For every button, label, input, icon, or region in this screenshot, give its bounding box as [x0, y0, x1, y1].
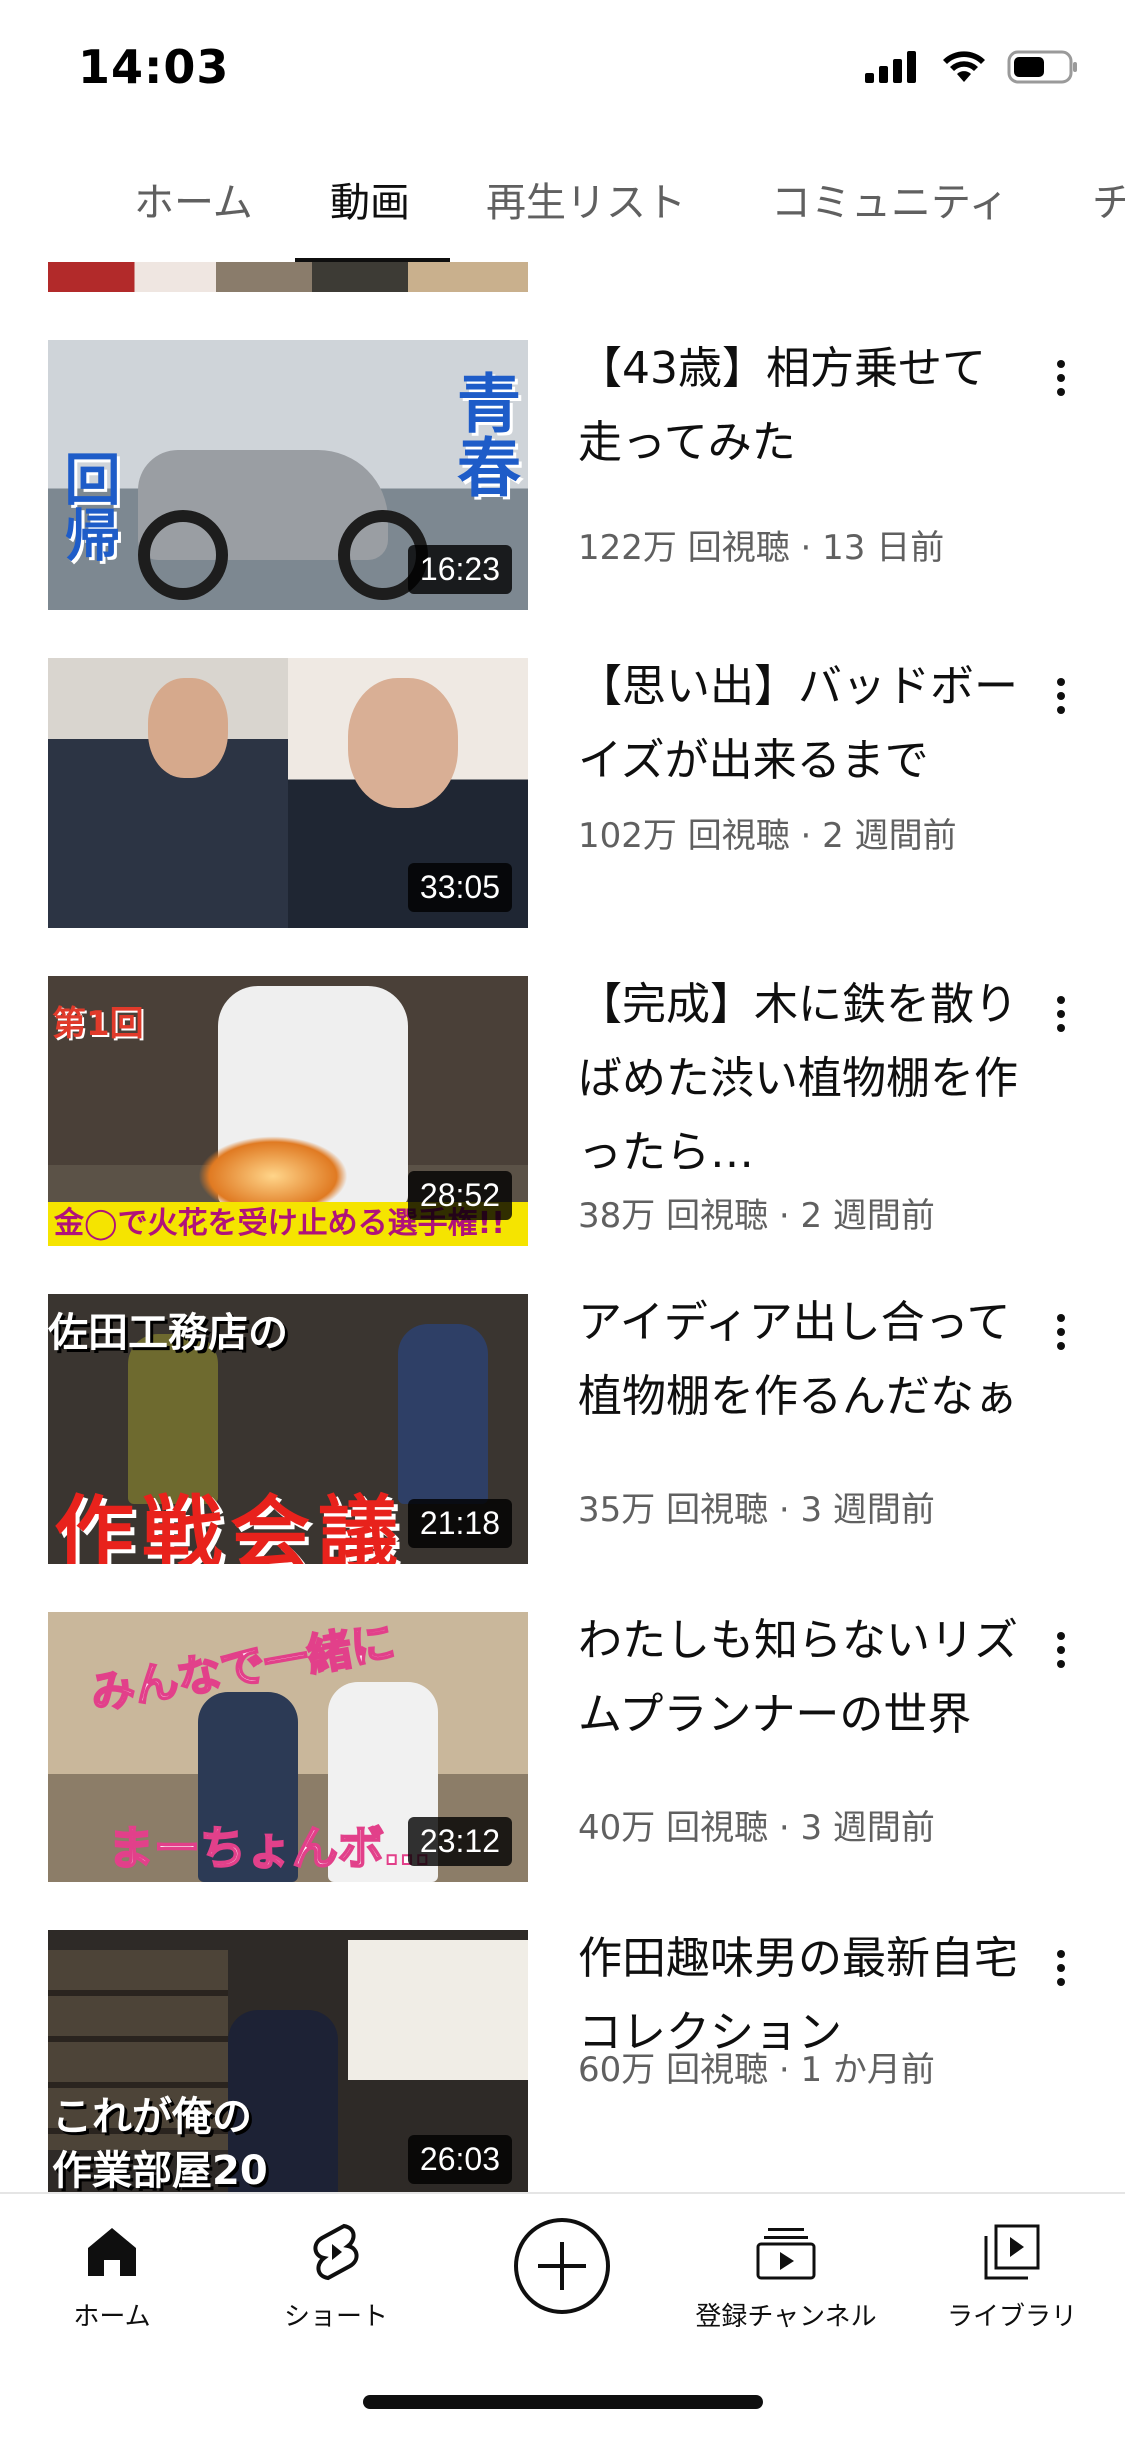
thumbnail-text: 回帰 — [55, 450, 120, 562]
video-thumbnail[interactable]: 青春 回帰 16:23 — [48, 340, 528, 610]
more-options-icon[interactable] — [1041, 1938, 1081, 1998]
video-list[interactable]: 青春 回帰 16:23 【43歳】相方乗せて走ってみた 122万 回視聴 · 1… — [0, 262, 1125, 2192]
video-item[interactable]: これが俺の 作業部屋20 26:03 作田趣味男の最新自宅コレクション 60万 回… — [0, 1930, 1125, 2192]
video-title[interactable]: 【43歳】相方乗せて走ってみた — [578, 332, 1018, 480]
video-title[interactable]: 【思い出】バッドボーイズが出来るまで — [578, 650, 1018, 798]
thumbnail-text: これが俺の作業部屋20 — [52, 2090, 268, 2192]
video-thumbnail[interactable]: 佐田工務店の 作戦会議 21:18 — [48, 1294, 528, 1564]
video-item[interactable]: 第1回 金◯で火花を受け止める選手権!! 28:52 【完成】木に鉄を散りばめた… — [0, 976, 1125, 1246]
more-options-icon[interactable] — [1041, 1620, 1081, 1680]
video-item[interactable]: 青春 回帰 16:23 【43歳】相方乗せて走ってみた 122万 回視聴 · 1… — [0, 340, 1125, 610]
video-meta: 35万 回視聴 · 3 週間前 — [578, 1490, 935, 1530]
more-options-icon[interactable] — [1041, 666, 1081, 726]
video-thumbnail[interactable]: 第1回 金◯で火花を受け止める選手権!! 28:52 — [48, 976, 528, 1246]
nav-subscriptions[interactable]: 登録チャンネル — [676, 2212, 896, 2333]
video-duration: 26:03 — [407, 2135, 512, 2184]
video-duration: 33:05 — [407, 863, 512, 912]
nav-shorts-label: ショート — [283, 2302, 388, 2332]
video-thumbnail[interactable]: 33:05 — [48, 658, 528, 928]
face-graphic — [148, 678, 228, 778]
video-duration: 23:12 — [407, 1817, 512, 1866]
video-meta: 102万 回視聴 · 2 週間前 — [578, 816, 957, 856]
video-meta: 40万 回視聴 · 3 週間前 — [578, 1808, 935, 1848]
thumbnail-text: まーちょんボ… — [107, 1820, 431, 1876]
tab-videos[interactable]: 動画 — [330, 170, 410, 228]
thumbnail-text: 作戦会議 — [54, 1487, 406, 1564]
video-duration: 21:18 — [407, 1499, 512, 1548]
wifi-icon — [943, 51, 985, 82]
tab-playlists[interactable]: 再生リスト — [486, 170, 686, 228]
nav-home[interactable]: ホーム — [2, 2212, 222, 2333]
nav-library[interactable]: ライブラリ — [902, 2212, 1122, 2333]
tab-channels[interactable]: チ — [1092, 170, 1125, 228]
status-icons — [865, 50, 1079, 84]
video-meta: 122万 回視聴 · 13 日前 — [578, 528, 945, 568]
video-item[interactable]: 33:05 【思い出】バッドボーイズが出来るまで 102万 回視聴 · 2 週間… — [0, 658, 1125, 928]
video-meta: 38万 回視聴 · 2 週間前 — [578, 1196, 935, 1236]
library-icon — [984, 2224, 1040, 2280]
more-options-icon[interactable] — [1041, 1302, 1081, 1362]
video-title[interactable]: アイディア出し合って植物棚を作るんだなぁ — [578, 1286, 1018, 1434]
video-thumbnail[interactable]: みんなで一緒に まーちょんボ… 23:12 — [48, 1612, 528, 1882]
video-title[interactable]: わたしも知らないリズムプランナーの世界 — [578, 1604, 1018, 1752]
tab-home[interactable]: ホーム — [134, 170, 253, 228]
more-options-icon[interactable] — [1041, 984, 1081, 1044]
person-graphic — [398, 1324, 488, 1504]
cellular-signal-icon — [865, 51, 916, 83]
nav-subscriptions-label: 登録チャンネル — [695, 2302, 877, 2332]
status-bar: 14:03 — [0, 0, 1125, 140]
nav-library-label: ライブラリ — [946, 2302, 1077, 2332]
nav-home-label: ホーム — [73, 2302, 151, 2332]
wheel-graphic — [138, 510, 228, 600]
home-icon — [88, 2228, 136, 2276]
video-item[interactable]: みんなで一緒に まーちょんボ… 23:12 わたしも知らないリズムプランナーの世… — [0, 1612, 1125, 1882]
nav-create[interactable] — [452, 2216, 672, 2316]
create-icon — [514, 2218, 610, 2314]
banner-graphic — [348, 1940, 528, 2080]
video-item[interactable]: 佐田工務店の 作戦会議 21:18 アイディア出し合って植物棚を作るんだなぁ 3… — [0, 1294, 1125, 1564]
thumbnail-text: 佐田工務店の — [48, 1310, 288, 1356]
shorts-icon — [313, 2223, 359, 2281]
home-indicator[interactable] — [363, 2395, 763, 2409]
battery-icon — [1007, 50, 1077, 84]
more-options-icon[interactable] — [1041, 348, 1081, 408]
status-time: 14:03 — [78, 40, 230, 94]
thumbnail-text: 青春 — [446, 370, 520, 498]
partial-thumbnail[interactable] — [48, 262, 528, 292]
subscriptions-icon — [756, 2228, 816, 2280]
video-duration: 28:52 — [407, 1171, 512, 1220]
thumbnail-text-line: 作業部屋20 — [52, 2148, 268, 2192]
face-graphic — [348, 678, 458, 808]
thumbnail-text-line: これが俺の — [52, 2094, 252, 2140]
nav-shorts[interactable]: ショート — [226, 2212, 446, 2333]
tab-community[interactable]: コミュニティ — [771, 170, 1009, 228]
video-meta: 60万 回視聴 · 1 か月前 — [578, 2050, 935, 2090]
video-thumbnail[interactable]: これが俺の作業部屋20 26:03 — [48, 1930, 528, 2192]
channel-tabs: ホーム 動画 再生リスト コミュニティ チ — [0, 150, 1125, 250]
thumbnail-text: 第1回 — [52, 1004, 144, 1044]
video-title[interactable]: 【完成】木に鉄を散りばめた渋い植物棚を作ったら… — [578, 968, 1018, 1190]
video-duration: 16:23 — [407, 545, 512, 594]
